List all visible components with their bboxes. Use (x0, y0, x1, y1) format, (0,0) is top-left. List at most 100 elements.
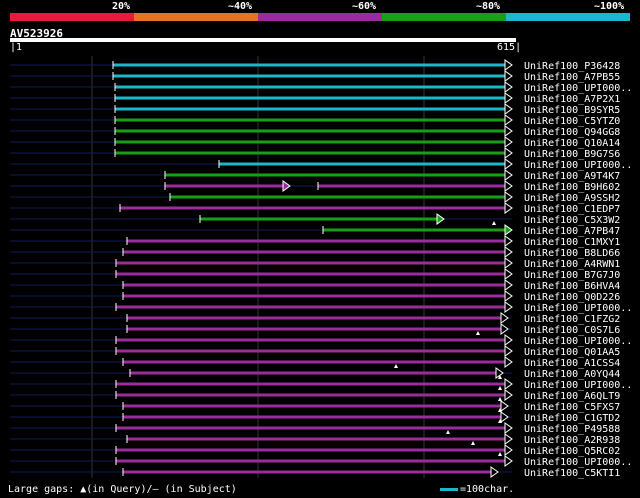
hit-arrow-icon (490, 466, 499, 478)
hit-arrow-icon (504, 268, 513, 280)
hit-name[interactable]: UniRef100_A9SSH2 (524, 193, 620, 204)
hit-arrow-icon (504, 356, 513, 368)
hit-name[interactable]: UniRef100_B6HVA4 (524, 281, 620, 292)
scale-key: =100char. (440, 484, 514, 495)
hit-row[interactable]: UniRef100_C1MXY1 (10, 235, 620, 248)
hit-name[interactable]: UniRef100_UPI000.. (524, 83, 632, 94)
hit-arrow-icon (504, 334, 513, 346)
scale-key-swatch (440, 488, 458, 491)
hit-name[interactable]: UniRef100_UPI000.. (524, 380, 632, 391)
hit-row[interactable]: UniRef100_Q94GG8 (10, 125, 620, 138)
hit-row[interactable]: UniRef100_C5YTZ0 (10, 114, 620, 127)
hit-name[interactable]: UniRef100_Q10A14 (524, 138, 620, 149)
hit-row[interactable]: UniRef100_B9H602 (10, 180, 620, 193)
hit-row[interactable]: UniRef100_B9G7S6 (10, 147, 620, 160)
hit-name[interactable]: UniRef100_B8LD66 (524, 248, 620, 259)
hit-name[interactable]: UniRef100_A6QLT9 (524, 391, 620, 402)
hit-name[interactable]: UniRef100_C1EDP7 (524, 204, 620, 215)
hit-name[interactable]: UniRef100_Q5RC02 (524, 446, 620, 457)
hit-name[interactable]: UniRef100_C5X3W2 (524, 215, 620, 226)
hit-arrow-icon (282, 180, 291, 192)
hit-arrow-icon (500, 400, 509, 412)
hit-name[interactable]: UniRef100_B9SYR5 (524, 105, 620, 116)
hit-name[interactable]: UniRef100_A4RWN1 (524, 259, 620, 270)
hit-arrow-icon (504, 301, 513, 313)
hit-arrow-icon (500, 323, 509, 335)
hit-arrow-icon (504, 81, 513, 93)
hit-row[interactable]: UniRef100_A7P2X1 (10, 92, 620, 105)
hit-name[interactable]: UniRef100_A7PB47 (524, 226, 620, 237)
hit-row[interactable]: UniRef100_Q10A14 (10, 136, 620, 149)
hit-name[interactable]: UniRef100_A7P2X1 (524, 94, 620, 105)
query-gap-marker-icon (498, 452, 502, 456)
hit-row[interactable]: UniRef100_C5X3W2 (10, 213, 620, 226)
query-gap-marker-icon (492, 221, 496, 225)
hit-name[interactable]: UniRef100_A9T4K7 (524, 171, 620, 182)
hit-row[interactable]: UniRef100_Q01AA5 (10, 345, 620, 358)
hit-name[interactable]: UniRef100_UPI000.. (524, 160, 632, 171)
hit-name[interactable]: UniRef100_UPI000.. (524, 336, 632, 347)
hit-row[interactable]: UniRef100_B9SYR5 (10, 103, 620, 116)
query-gap-marker-icon (471, 441, 475, 445)
hit-name[interactable]: UniRef100_C1GTD2 (524, 413, 620, 424)
hit-name[interactable]: UniRef100_P36428 (524, 61, 620, 72)
hit-row[interactable]: UniRef100_A9T4K7 (10, 169, 620, 182)
hit-name[interactable]: UniRef100_C0S7L6 (524, 325, 620, 336)
query-gap-marker-icon (498, 397, 502, 401)
hit-name[interactable]: UniRef100_UPI000.. (524, 457, 632, 468)
hit-row[interactable]: UniRef100_P36428 (10, 59, 620, 72)
hit-name[interactable]: UniRef100_A1CSS4 (524, 358, 620, 369)
hit-arrow-icon (504, 345, 513, 357)
hit-arrow-icon (504, 202, 513, 214)
hit-row[interactable]: UniRef100_Q0D226 (10, 290, 620, 303)
hit-row[interactable]: UniRef100_A7PB55 (10, 70, 620, 83)
hit-name[interactable]: UniRef100_A0YQ44 (524, 369, 620, 380)
hit-row[interactable]: UniRef100_C1FZG2 (10, 312, 620, 325)
hit-name[interactable]: UniRef100_Q94GG8 (524, 127, 620, 138)
hit-name[interactable]: UniRef100_A2R938 (524, 435, 620, 446)
hit-arrow-icon (504, 59, 513, 71)
hit-arrow-icon (504, 246, 513, 258)
hit-name[interactable]: UniRef100_C5FXS7 (524, 402, 620, 413)
hit-arrow-icon (504, 70, 513, 82)
hit-row[interactable]: UniRef100_UPI000.. (10, 158, 632, 171)
hit-arrow-icon (504, 257, 513, 269)
hit-row[interactable]: UniRef100_B6HVA4 (10, 279, 620, 292)
hit-row[interactable]: UniRef100_A1CSS4 (10, 356, 620, 369)
hit-name[interactable]: UniRef100_Q01AA5 (524, 347, 620, 358)
hit-row[interactable]: UniRef100_C1EDP7 (10, 202, 620, 215)
hit-name[interactable]: UniRef100_Q0D226 (524, 292, 620, 303)
hit-row[interactable]: UniRef100_B7G7J0 (10, 268, 620, 281)
hit-name[interactable]: UniRef100_C1MXY1 (524, 237, 620, 248)
hit-row[interactable]: UniRef100_C5KTI1 (10, 466, 620, 479)
scale-key-label: =100char. (460, 484, 515, 495)
hit-name[interactable]: UniRef100_B7G7J0 (524, 270, 620, 281)
hit-row[interactable]: UniRef100_UPI000.. (10, 301, 632, 314)
hit-row[interactable]: UniRef100_UPI000.. (10, 81, 632, 94)
hit-row[interactable]: UniRef100_B8LD66 (10, 246, 620, 259)
hit-arrow-icon (504, 433, 513, 445)
hit-name[interactable]: UniRef100_B9G7S6 (524, 149, 620, 160)
hit-name[interactable]: UniRef100_A7PB55 (524, 72, 620, 83)
hit-arrow-icon (500, 411, 509, 423)
hit-arrow-icon (504, 125, 513, 137)
query-gap-marker-icon (446, 430, 450, 434)
query-gap-marker-icon (394, 364, 398, 368)
hits-alignment-panel: UniRef100_P36428UniRef100_A7PB55UniRef10… (10, 56, 632, 479)
hit-name[interactable]: UniRef100_C5KTI1 (524, 468, 620, 479)
hit-arrow-icon (504, 455, 513, 467)
hit-name[interactable]: UniRef100_B9H602 (524, 182, 620, 193)
hit-name[interactable]: UniRef100_P49588 (524, 424, 620, 435)
hit-name[interactable]: UniRef100_C1FZG2 (524, 314, 620, 325)
hit-row[interactable]: UniRef100_A4RWN1 (10, 257, 620, 270)
hit-name[interactable]: UniRef100_C5YTZ0 (524, 116, 620, 127)
query-gap-marker-icon (476, 331, 480, 335)
hit-name[interactable]: UniRef100_UPI000.. (524, 303, 632, 314)
hit-arrow-icon (504, 444, 513, 456)
hit-row[interactable]: UniRef100_C0S7L6 (10, 323, 620, 336)
hit-arrow-icon (504, 191, 513, 203)
hit-arrow-icon (504, 279, 513, 291)
hit-row[interactable]: UniRef100_A9SSH2 (10, 191, 620, 204)
hit-arrow-icon (500, 312, 509, 324)
hit-arrow-icon (504, 158, 513, 170)
